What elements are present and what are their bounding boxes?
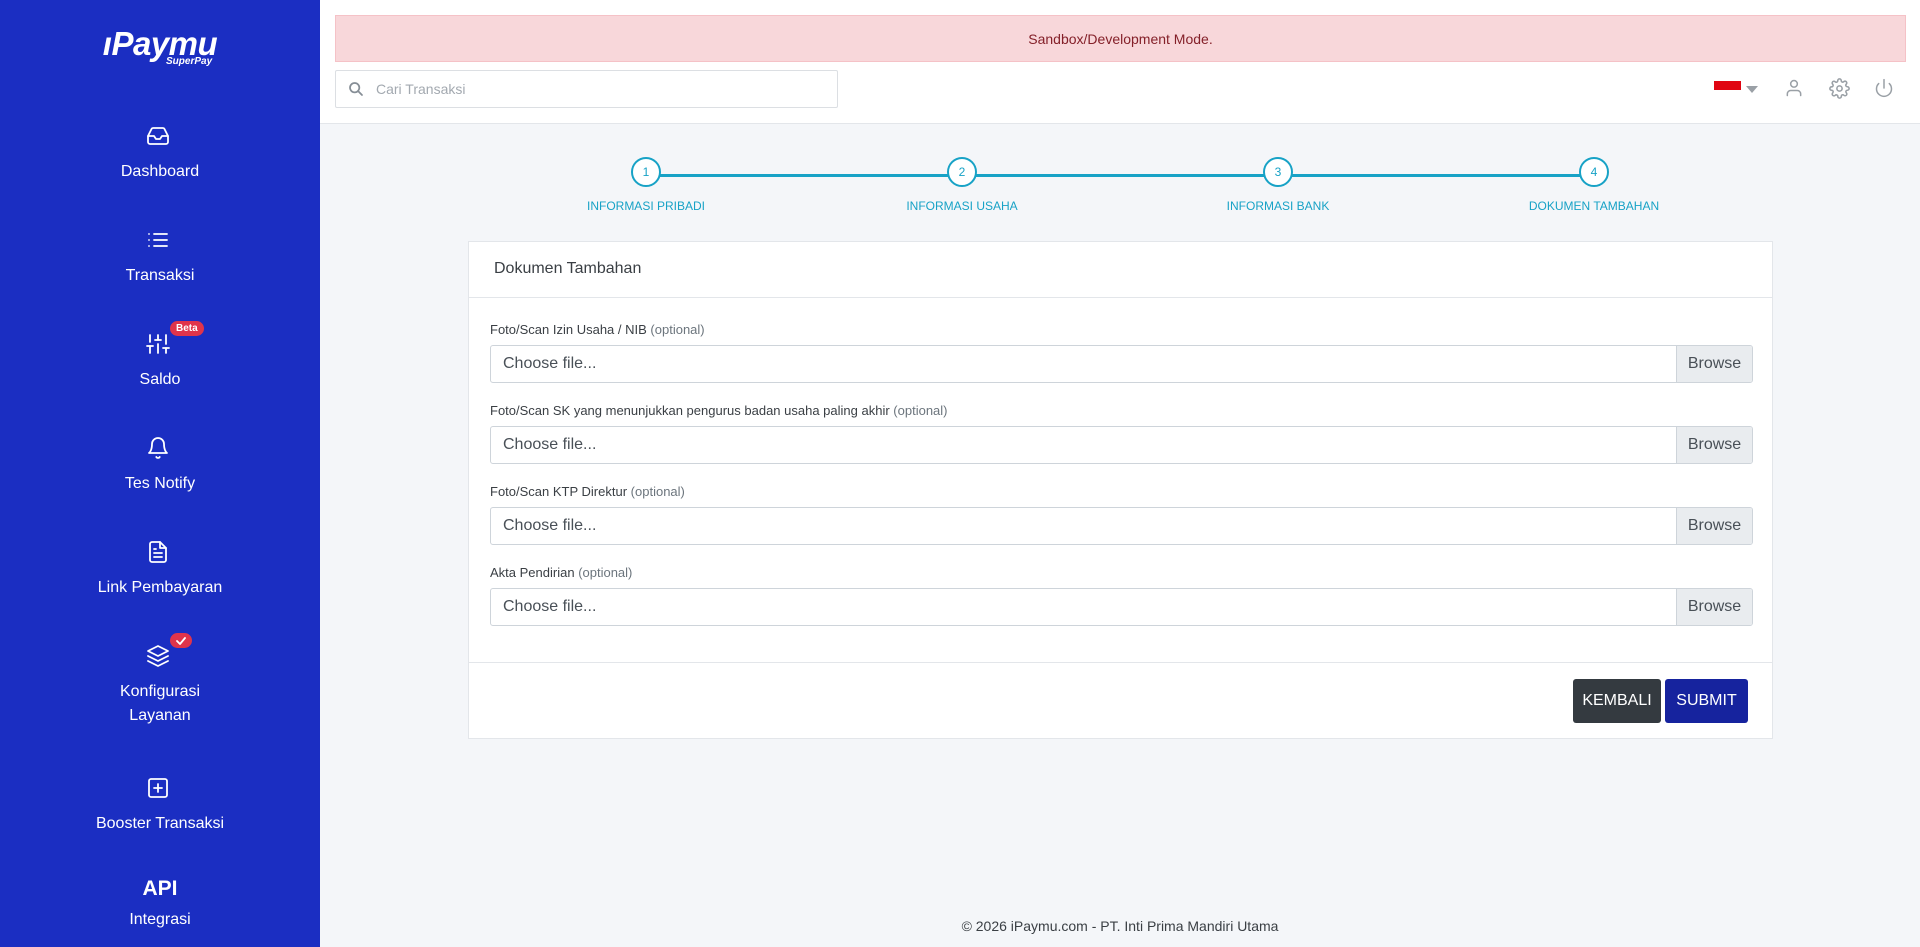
sidebar-item-link-pembayaran[interactable]: Link Pembayaran bbox=[0, 538, 320, 602]
sidebar-item-label: Integrasi bbox=[129, 911, 191, 928]
sidebar-item-dashboard[interactable]: Dashboard bbox=[0, 122, 320, 186]
search-input[interactable] bbox=[376, 71, 831, 107]
kembali-button[interactable]: KEMBALI bbox=[1573, 679, 1661, 723]
field-label-text: Foto/Scan KTP Direktur bbox=[490, 484, 628, 499]
browse-button[interactable]: Browse bbox=[1676, 346, 1752, 382]
stepper-line bbox=[645, 174, 1591, 177]
bell-icon bbox=[144, 434, 172, 462]
file-input-sk-pengurus[interactable]: Choose file... Browse bbox=[490, 426, 1753, 464]
power-icon[interactable] bbox=[1871, 75, 1897, 101]
optional-note: (optional) bbox=[630, 484, 685, 499]
file-input-text: Choose file... bbox=[503, 436, 597, 453]
search-icon bbox=[348, 81, 364, 102]
sandbox-alert: Sandbox/Development Mode. bbox=[335, 15, 1906, 62]
step-label: DOKUMEN TAMBAHAN bbox=[1528, 199, 1660, 213]
field-label-text: Akta Pendirian bbox=[490, 565, 575, 580]
plus-square-icon bbox=[144, 774, 172, 802]
file-input-ktp-direktur[interactable]: Choose file... Browse bbox=[490, 507, 1753, 545]
gear-icon[interactable] bbox=[1826, 75, 1852, 101]
field-label-ktp-direktur: Foto/Scan KTP Direktur (optional) bbox=[490, 484, 685, 499]
sidebar-item-label: Dashboard bbox=[120, 163, 200, 180]
page-footer: © 2026 iPaymu.com - PT. Inti Prima Mandi… bbox=[961, 918, 1279, 934]
file-input-text: Choose file... bbox=[503, 355, 597, 372]
step-label: INFORMASI USAHA bbox=[906, 199, 1018, 213]
document-icon bbox=[144, 538, 172, 566]
sliders-icon bbox=[144, 330, 172, 358]
step-number[interactable]: 2 bbox=[947, 157, 977, 187]
optional-note: (optional) bbox=[650, 322, 705, 337]
file-input-text: Choose file... bbox=[503, 598, 597, 615]
sidebar-item-saldo[interactable]: Beta Saldo bbox=[0, 321, 320, 394]
card-header: Dokumen Tambahan bbox=[469, 242, 1772, 298]
card-title: Dokumen Tambahan bbox=[494, 260, 642, 277]
sidebar-item-transaksi[interactable]: Transaksi bbox=[0, 226, 320, 290]
topbar: Sandbox/Development Mode. bbox=[320, 0, 1920, 124]
file-input-text: Choose file... bbox=[503, 517, 597, 534]
step-label: INFORMASI BANK bbox=[1226, 199, 1330, 213]
browse-button[interactable]: Browse bbox=[1676, 508, 1752, 544]
file-input-izin-usaha[interactable]: Choose file... Browse bbox=[490, 345, 1753, 383]
browse-button[interactable]: Browse bbox=[1676, 427, 1752, 463]
indonesia-flag-icon[interactable] bbox=[1714, 81, 1741, 99]
step-number[interactable]: 4 bbox=[1579, 157, 1609, 187]
card-footer-divider bbox=[469, 662, 1772, 663]
logo-subtext: SuperPay bbox=[166, 56, 213, 67]
beta-badge: Beta bbox=[170, 321, 204, 336]
progress-stepper: 1 INFORMASI PRIBADI 2 INFORMASI USAHA 3 … bbox=[320, 157, 1920, 227]
sidebar-item-konfigurasi-layanan[interactable]: Konfigurasi Layanan bbox=[0, 633, 320, 732]
sidebar-item-label-text: Konfigurasi Layanan bbox=[119, 683, 201, 724]
optional-note: (optional) bbox=[893, 403, 948, 418]
dokumen-tambahan-card: Dokumen Tambahan Foto/Scan Izin Usaha / … bbox=[468, 241, 1773, 739]
sidebar-item-tes-notify[interactable]: Tes Notify bbox=[0, 434, 320, 498]
file-input-akta-pendirian[interactable]: Choose file... Browse bbox=[490, 588, 1753, 626]
sidebar: ıPaymu SuperPay Dashboard Transaksi Beta… bbox=[0, 0, 320, 947]
field-label-sk-pengurus: Foto/Scan SK yang menunjukkan pengurus b… bbox=[490, 403, 948, 418]
field-label-akta-pendirian: Akta Pendirian (optional) bbox=[490, 565, 632, 580]
api-icon: API bbox=[142, 877, 178, 900]
list-icon bbox=[144, 226, 172, 254]
sidebar-item-label: Tes Notify bbox=[124, 475, 196, 492]
inbox-icon bbox=[144, 122, 172, 150]
sidebar-item-integrasi[interactable]: API Integrasi bbox=[0, 877, 320, 941]
field-label-text: Foto/Scan SK yang menunjukkan pengurus b… bbox=[490, 403, 890, 418]
submit-button[interactable]: SUBMIT bbox=[1665, 679, 1748, 723]
search-box[interactable] bbox=[335, 70, 838, 108]
language-dropdown-caret-icon[interactable] bbox=[1746, 86, 1758, 93]
sidebar-item-label: Saldo bbox=[139, 371, 181, 388]
step-label: INFORMASI PRIBADI bbox=[586, 199, 705, 213]
sidebar-item-booster-transaksi[interactable]: Booster Transaksi bbox=[0, 774, 320, 838]
main-content: Sandbox/Development Mode. 1 INFORMASI PR… bbox=[320, 0, 1920, 947]
field-label-text: Foto/Scan Izin Usaha / NIB bbox=[490, 322, 647, 337]
sidebar-item-label: Transaksi bbox=[125, 267, 195, 284]
layers-icon bbox=[144, 642, 172, 670]
browse-button[interactable]: Browse bbox=[1676, 589, 1752, 625]
field-label-izin-usaha: Foto/Scan Izin Usaha / NIB (optional) bbox=[490, 322, 705, 337]
sidebar-item-label: Booster Transaksi bbox=[95, 815, 225, 832]
step-number[interactable]: 3 bbox=[1263, 157, 1293, 187]
sidebar-item-label: Konfigurasi Layanan bbox=[0, 680, 320, 728]
optional-note: (optional) bbox=[578, 565, 633, 580]
step-number[interactable]: 1 bbox=[631, 157, 661, 187]
logo[interactable]: ıPaymu SuperPay bbox=[0, 26, 320, 68]
check-badge bbox=[170, 633, 192, 648]
user-icon[interactable] bbox=[1781, 75, 1807, 101]
sidebar-item-label: Link Pembayaran bbox=[97, 579, 223, 596]
